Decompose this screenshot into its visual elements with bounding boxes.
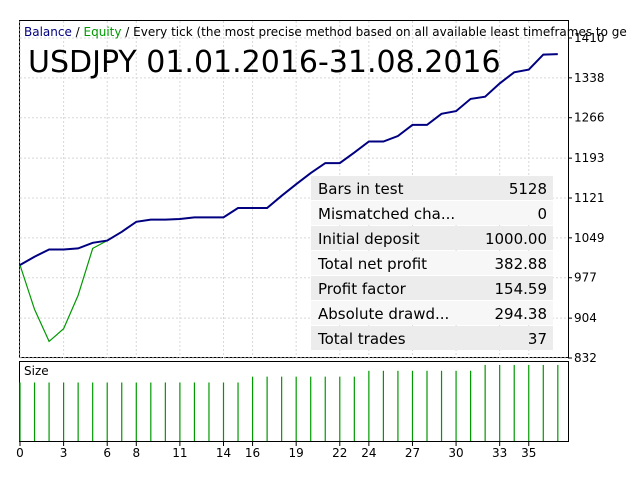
x-tick-label: 8	[132, 446, 140, 460]
stats-row-value: 382.88	[495, 255, 548, 273]
stats-table: Bars in test 5128 Mismatched cha... 0 Initia…	[311, 176, 553, 350]
stats-row-value: 5128	[509, 180, 547, 198]
chart-title: USDJPY 01.01.2016-31.08.2016	[28, 45, 501, 80]
x-tick-label: 27	[405, 446, 420, 460]
stats-row-value: 294.38	[495, 305, 548, 323]
stats-row-label: Bars in test	[318, 180, 404, 198]
y-tick-label: 977	[574, 271, 597, 285]
x-tick-label: 35	[521, 446, 536, 460]
stats-row-label: Initial deposit	[318, 230, 420, 248]
x-tick-label: 19	[289, 446, 304, 460]
legend-separator: /	[72, 25, 84, 39]
y-tick-label: 1121	[574, 191, 605, 205]
stats-row-value: 154.59	[495, 280, 548, 298]
y-tick-label: 1266	[574, 111, 605, 125]
stats-row-value: 37	[528, 330, 547, 348]
x-tick-label: 30	[448, 446, 463, 460]
x-tick-label: 14	[216, 446, 231, 460]
x-tick-label: 0	[16, 446, 24, 460]
y-tick-label: 1193	[574, 151, 605, 165]
size-title: Size	[24, 364, 49, 378]
legend-method: / Every tick (the most precise method ba…	[121, 25, 626, 39]
legend-equity: Equity	[84, 25, 122, 39]
legend-balance: Balance	[24, 25, 72, 39]
legend-line: Balance / Equity / Every tick (the most …	[24, 25, 627, 39]
x-tick-label: 22	[332, 446, 347, 460]
report-chart: 141013381266119311211049977904832 Balanc…	[0, 0, 640, 480]
y-tick-label: 832	[574, 351, 597, 365]
stats-row-value: 1000.00	[485, 230, 547, 248]
stats-row-label: Mismatched cha...	[318, 205, 455, 223]
x-tick-label: 6	[103, 446, 111, 460]
stats-row-label: Absolute drawd...	[318, 305, 449, 323]
stats-row-label: Profit factor	[318, 280, 407, 298]
x-tick-label: 3	[60, 446, 68, 460]
y-tick-label: 904	[574, 311, 597, 325]
stats-row-value: 0	[537, 205, 547, 223]
stats-row-label: Total net profit	[317, 255, 427, 273]
y-tick-label: 1338	[574, 71, 605, 85]
y-tick-label: 1049	[574, 231, 605, 245]
x-tick-label: 33	[492, 446, 507, 460]
x-tick-label: 24	[361, 446, 376, 460]
x-tick-label: 11	[172, 446, 187, 460]
stats-row-label: Total trades	[317, 330, 406, 348]
x-tick-label: 16	[245, 446, 260, 460]
